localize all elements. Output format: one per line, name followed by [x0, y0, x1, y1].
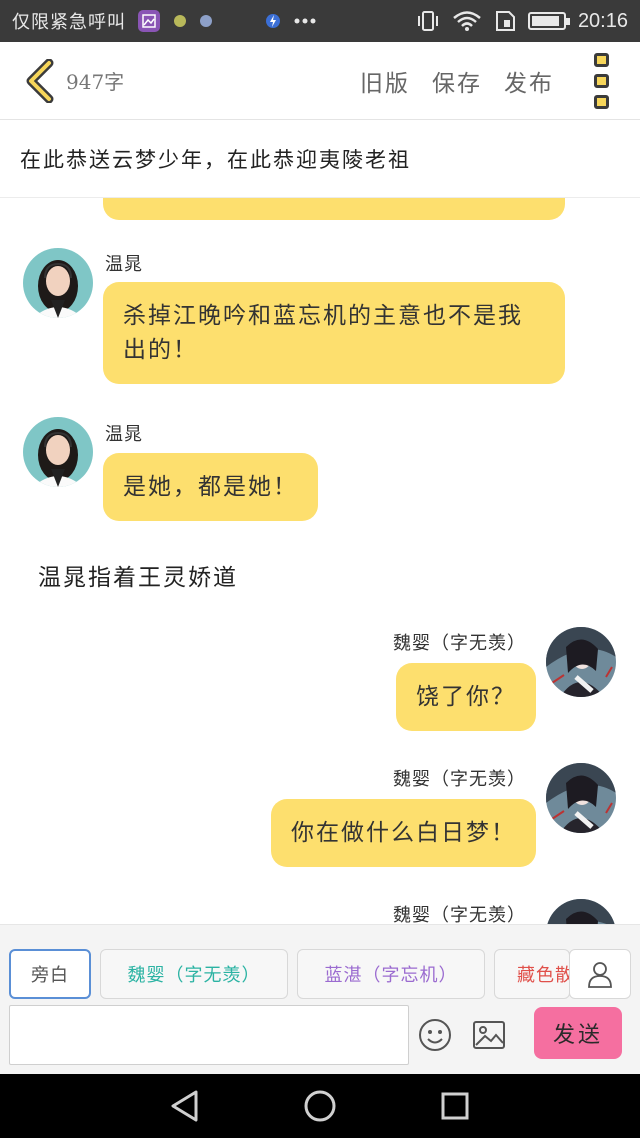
- word-count: 947字: [66, 70, 125, 94]
- message-speaker: 魏婴（字无羡）: [393, 905, 526, 924]
- gallery-icon: [138, 10, 160, 32]
- notification-dot-icon: [174, 15, 186, 27]
- character-chip-wei-ying[interactable]: 魏婴（字无羡）: [100, 949, 288, 999]
- sim-icon: [495, 11, 515, 31]
- avatar-wei-ying[interactable]: [546, 899, 616, 924]
- composer-panel: 旁白 魏婴（字无羡） 蓝湛（字忘机） 藏色散人 发送: [0, 924, 640, 1074]
- toolbar-actions: 旧版 保存 发布: [360, 64, 554, 98]
- user-icon: [588, 962, 612, 988]
- vibrate-icon: [417, 11, 438, 31]
- chat-area[interactable]: 温晁 杀掉江晚吟和蓝忘机的主意也不是我出的！ 温晁 是她，都是她！ 温晁指着王灵…: [0, 198, 640, 924]
- menu-dot-icon: [594, 52, 609, 67]
- message-speaker: 温晁: [105, 254, 143, 275]
- character-chip-cangse-sanren[interactable]: 藏色散人: [494, 949, 570, 999]
- message-bubble-partial[interactable]: [103, 198, 565, 220]
- image-icon[interactable]: [472, 1019, 506, 1051]
- more-icon: [294, 18, 316, 24]
- message-bubble[interactable]: 饶了你？: [396, 663, 536, 731]
- add-character-button[interactable]: [569, 949, 631, 999]
- wifi-icon: [453, 11, 481, 31]
- menu-button[interactable]: [594, 52, 616, 109]
- story-title[interactable]: 在此恭送云梦少年，在此恭迎夷陵老祖: [0, 121, 640, 198]
- status-notification-icons: [138, 10, 316, 32]
- old-version-button[interactable]: 旧版: [360, 64, 410, 98]
- nav-home-button[interactable]: [300, 1086, 340, 1126]
- message-bubble[interactable]: 你在做什么白日梦！: [271, 799, 536, 867]
- status-bar: 仅限紧急呼叫 20:16: [0, 0, 640, 42]
- message-bubble[interactable]: 是她，都是她！: [103, 453, 318, 521]
- narration-text[interactable]: 温晁指着王灵娇道: [38, 558, 238, 592]
- editor-toolbar: 947字 旧版 保存 发布: [0, 42, 640, 120]
- status-system-icons: 20:16: [416, 10, 628, 33]
- system-nav-bar: [0, 1074, 640, 1138]
- save-button[interactable]: 保存: [432, 64, 482, 98]
- triangle-back-icon: [171, 1090, 198, 1122]
- carrier-label: 仅限紧急呼叫: [12, 12, 126, 33]
- character-chip-narrator[interactable]: 旁白: [9, 949, 91, 999]
- message-input[interactable]: [9, 1005, 409, 1065]
- flash-icon: [266, 14, 280, 28]
- message-bubble[interactable]: 杀掉江晚吟和蓝忘机的主意也不是我出的！: [103, 282, 565, 384]
- clock: 20:16: [577, 9, 628, 32]
- message-speaker: 魏婴（字无羡）: [393, 633, 526, 654]
- character-chip-lan-zhan[interactable]: 蓝湛（字忘机）: [297, 949, 485, 999]
- emoji-icon[interactable]: [418, 1018, 452, 1052]
- message-speaker: 温晁: [105, 424, 143, 445]
- menu-dot-icon: [594, 94, 609, 109]
- settings-dot-icon: [200, 15, 212, 27]
- circle-home-icon: [304, 1090, 336, 1122]
- menu-dot-icon: [594, 73, 609, 88]
- battery-icon: [527, 12, 570, 30]
- square-recents-icon: [441, 1092, 469, 1120]
- send-button[interactable]: 发送: [534, 1007, 622, 1059]
- avatar-wei-ying[interactable]: [546, 763, 616, 833]
- publish-button[interactable]: 发布: [504, 64, 554, 98]
- chevron-left-icon: [26, 58, 54, 103]
- nav-back-button[interactable]: [165, 1086, 205, 1126]
- avatar-wen-chao[interactable]: [23, 417, 93, 487]
- message-speaker: 魏婴（字无羡）: [393, 769, 526, 790]
- back-button[interactable]: [14, 51, 66, 111]
- avatar-wei-ying[interactable]: [546, 627, 616, 697]
- avatar-wen-chao[interactable]: [23, 248, 93, 318]
- nav-recents-button[interactable]: [435, 1086, 475, 1126]
